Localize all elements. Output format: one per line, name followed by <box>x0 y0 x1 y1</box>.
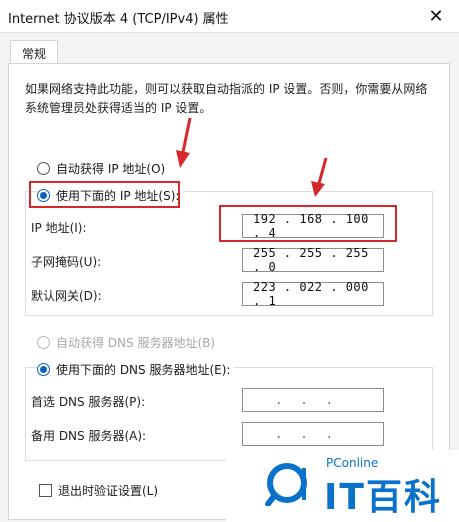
auto-ip-label: 自动获得 IP 地址(O) <box>56 162 166 176</box>
annotation-box-manual-ip <box>29 181 180 208</box>
default-gateway-label: 默认网关(D): <box>31 289 102 303</box>
checkbox-indicator <box>39 484 52 497</box>
watermark-big-text: IT百科 <box>324 477 442 518</box>
manual-dns-label: 使用下面的 DNS 服务器地址(E): <box>56 363 231 377</box>
validate-on-exit-checkbox[interactable]: 退出时验证设置(L) <box>39 482 158 499</box>
pconline-logo-icon <box>265 463 307 506</box>
auto-dns-radio[interactable]: 自动获得 DNS 服务器地址(B) <box>37 334 215 351</box>
validate-on-exit-label: 退出时验证设置(L) <box>58 484 159 498</box>
preferred-dns-label: 首选 DNS 服务器(P): <box>31 395 146 409</box>
alternate-dns-input[interactable]: ... <box>242 422 384 446</box>
window-title: Internet 协议版本 4 (TCP/IPv4) 属性 <box>8 12 229 27</box>
alternate-dns-label: 备用 DNS 服务器(A): <box>31 429 147 443</box>
auto-ip-radio[interactable]: 自动获得 IP 地址(O) <box>37 160 165 177</box>
auto-dns-label: 自动获得 DNS 服务器地址(B) <box>56 336 216 350</box>
radio-indicator <box>37 162 50 175</box>
close-button[interactable]: ✕ <box>413 0 459 32</box>
preferred-dns-input[interactable]: ... <box>242 388 384 412</box>
close-icon: ✕ <box>428 5 444 27</box>
description-text: 如果网络支持此功能，则可以获取自动指派的 IP 设置。否则，你需要从网络系统管理… <box>25 82 428 115</box>
title-bar: Internet 协议版本 4 (TCP/IPv4) 属性 ✕ <box>0 0 459 33</box>
manual-dns-radio[interactable]: 使用下面的 DNS 服务器地址(E): <box>37 361 235 378</box>
ip-address-label: IP 地址(I): <box>31 221 87 235</box>
subnet-mask-label: 子网掩码(U): <box>31 255 102 269</box>
pconline-watermark: PConline IT百科 <box>226 450 459 522</box>
radio-indicator <box>37 363 50 376</box>
ipv4-properties-dialog: Internet 协议版本 4 (TCP/IPv4) 属性 ✕ 常规 如果网络支… <box>0 0 459 522</box>
tab-general[interactable]: 常规 <box>10 40 58 65</box>
subnet-mask-input[interactable]: 255 . 255 . 255 . 0 <box>242 246 384 274</box>
dns-settings-group <box>25 367 433 461</box>
radio-indicator <box>37 336 50 349</box>
default-gateway-input[interactable]: 223 . 022 . 000 . 1 <box>242 280 384 308</box>
annotation-box-ip-address <box>219 205 397 242</box>
